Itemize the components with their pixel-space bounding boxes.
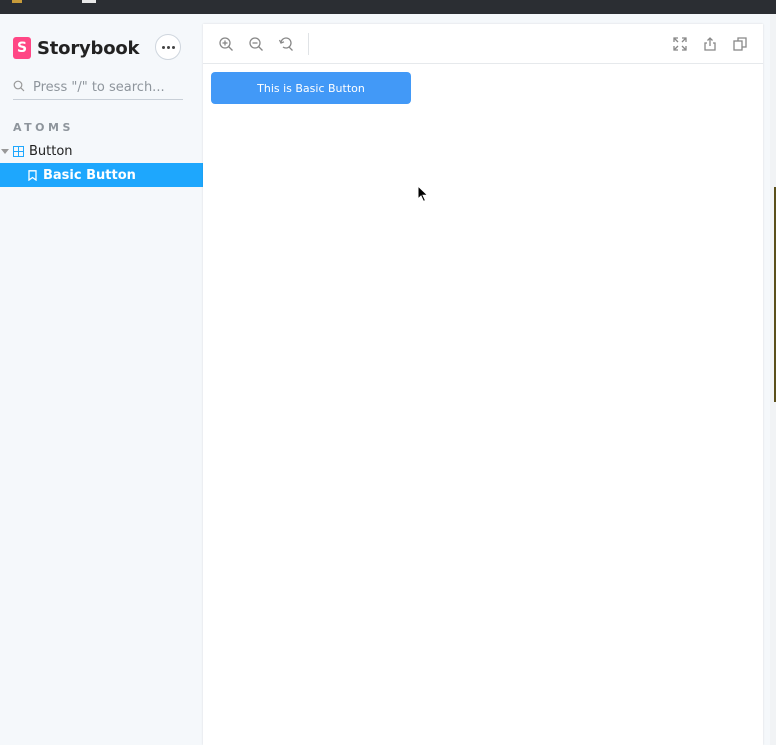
zoom-out-icon[interactable] bbox=[247, 35, 265, 53]
preview-toolbar bbox=[203, 24, 763, 64]
sidebar-menu-button[interactable] bbox=[155, 34, 181, 60]
component-icon bbox=[13, 145, 24, 157]
section-label-atoms: ATOMS bbox=[13, 121, 74, 134]
reset-zoom-icon[interactable] bbox=[277, 35, 295, 53]
fullscreen-icon[interactable] bbox=[671, 35, 689, 53]
search-field[interactable] bbox=[13, 77, 183, 100]
basic-button[interactable]: This is Basic Button bbox=[211, 72, 411, 104]
mouse-cursor-icon bbox=[417, 185, 429, 203]
copy-icon[interactable] bbox=[731, 35, 749, 53]
search-input[interactable] bbox=[33, 77, 181, 97]
os-top-bar bbox=[0, 0, 776, 14]
background-window-edge bbox=[770, 14, 776, 745]
zoom-in-icon[interactable] bbox=[217, 35, 235, 53]
share-icon[interactable] bbox=[701, 35, 719, 53]
sidebar: S Storybook ATOMS Button Basic Button bbox=[0, 14, 203, 745]
tree-group-button[interactable]: Button bbox=[0, 139, 203, 163]
caret-down-icon bbox=[1, 148, 9, 154]
search-icon bbox=[13, 80, 25, 92]
ellipsis-icon bbox=[161, 45, 175, 49]
app-icon bbox=[12, 0, 22, 3]
tree-story-label: Basic Button bbox=[43, 167, 136, 183]
tree-story-basic-button[interactable]: Basic Button bbox=[0, 163, 203, 187]
bookmark-icon bbox=[28, 169, 37, 181]
window-icon bbox=[82, 0, 96, 3]
tree-group-label: Button bbox=[29, 143, 73, 159]
storybook-logo-icon: S bbox=[13, 37, 31, 59]
brand[interactable]: S Storybook bbox=[13, 36, 140, 60]
preview-panel: This is Basic Button bbox=[203, 24, 763, 745]
toolbar-divider bbox=[308, 33, 309, 55]
brand-name: Storybook bbox=[37, 37, 140, 59]
